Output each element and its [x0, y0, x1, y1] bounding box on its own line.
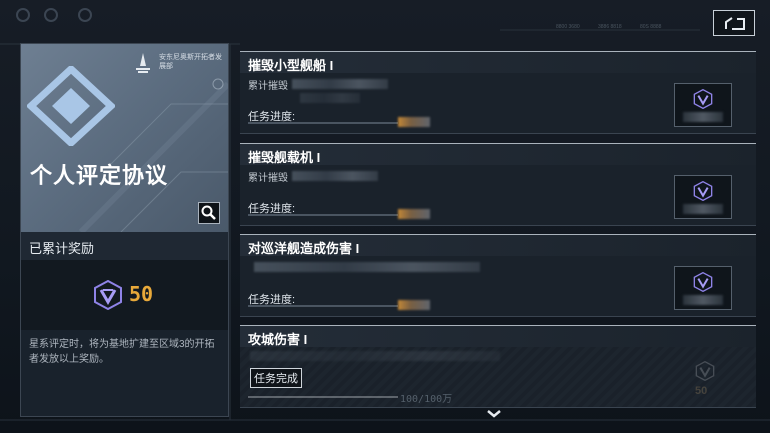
protocol-header: 安东尼奥斯开拓者发展部 个人评定协议 [21, 44, 228, 232]
magnifier-icon [201, 205, 216, 220]
reward-header: 已累计奖励 [21, 232, 228, 260]
reward-token-icon [693, 89, 713, 109]
mission-name: 摧毁舰载机 I [248, 150, 321, 165]
progress-bar [248, 214, 398, 216]
tiny-label: 8800 3680 [556, 24, 580, 30]
mission-subtitle: 累计摧毁 [248, 81, 288, 92]
org-logo-icon [136, 53, 150, 73]
redacted-text [300, 93, 360, 103]
redacted-text [292, 171, 378, 181]
redacted-text [292, 79, 388, 89]
reward-token-icon [693, 272, 713, 292]
progress-bar [248, 305, 398, 307]
progress-value [398, 300, 430, 310]
org-name: 安东尼奥斯开拓者发展部 [159, 54, 222, 70]
scroll-down-chevron-icon[interactable] [487, 409, 501, 419]
mission-reward-slot[interactable] [674, 266, 732, 310]
progress-value [398, 209, 430, 219]
protocol-card: 安东尼奥斯开拓者发展部 个人评定协议 已累计奖励 50 星系评定时，将为基地扩建… [20, 43, 229, 417]
mission-card[interactable]: 对巡洋舰造成伤害 I 任务进度: [240, 234, 756, 318]
accumulated-reward: 50 [21, 260, 228, 330]
progress-fill [248, 396, 398, 398]
mission-body: 任务完成 100/100万 50 [240, 347, 756, 408]
mission-reward-slot[interactable] [674, 83, 732, 127]
mission-header: 攻城伤害 I [240, 325, 756, 348]
mission-subtitle: 累计摧毁 [248, 173, 288, 184]
reward-amount: 50 [129, 282, 154, 306]
top-bar: 8800 3680 3886 8818 80S 8888 [0, 0, 770, 36]
progress-bar [248, 122, 398, 124]
redacted-reward [683, 295, 723, 305]
settings-icon[interactable] [16, 8, 30, 22]
tiny-label: 80S 8888 [640, 24, 662, 30]
reward-token-icon [94, 280, 122, 310]
eye-icon[interactable] [78, 8, 92, 22]
clock-icon[interactable] [44, 8, 58, 22]
diamond-emblem-icon [27, 66, 115, 146]
back-arrow-icon [725, 17, 745, 30]
search-button[interactable] [198, 202, 220, 224]
mission-body: 累计摧毁 任务进度: [240, 165, 756, 226]
mission-name: 摧毁小型舰船 I [248, 58, 334, 73]
mission-header: 对巡洋舰造成伤害 I [240, 234, 756, 257]
mission-card-completed[interactable]: 攻城伤害 I 任务完成 100/100万 50 [240, 325, 756, 409]
redacted-text [254, 262, 480, 272]
redacted-reward [683, 112, 723, 122]
mission-header: 摧毁小型舰船 I [240, 51, 756, 74]
mission-reward-slot: 50 [680, 357, 730, 403]
mission-body: 任务进度: [240, 256, 756, 317]
reward-token-icon [695, 361, 715, 381]
reward-section-title: 已累计奖励 [29, 241, 95, 256]
mission-reward-slot[interactable] [674, 175, 732, 219]
mission-card[interactable]: 摧毁舰载机 I 累计摧毁 任务进度: [240, 143, 756, 227]
back-button[interactable] [713, 10, 755, 36]
completed-stamp: 任务完成 [250, 368, 302, 388]
mission-card[interactable]: 摧毁小型舰船 I 累计摧毁 任务进度: [240, 51, 756, 135]
redacted-text [250, 351, 500, 361]
redacted-reward [683, 204, 723, 214]
progress-value: 100/100万 [400, 394, 453, 405]
mission-body: 累计摧毁 任务进度: [240, 73, 756, 134]
progress-value [398, 117, 430, 127]
tiny-label: 3886 8818 [598, 24, 622, 30]
progress-bar [248, 396, 398, 398]
protocol-title: 个人评定协议 [30, 163, 169, 188]
mission-reward-amount: 50 [695, 385, 708, 397]
mission-name: 对巡洋舰造成伤害 I [248, 241, 360, 256]
mission-name: 攻城伤害 I [248, 332, 308, 347]
reward-description: 星系评定时，将为基地扩建至区域3的开拓者发放以上奖励。 [29, 339, 215, 365]
reward-token-icon [693, 181, 713, 201]
mission-header: 摧毁舰载机 I [240, 143, 756, 166]
